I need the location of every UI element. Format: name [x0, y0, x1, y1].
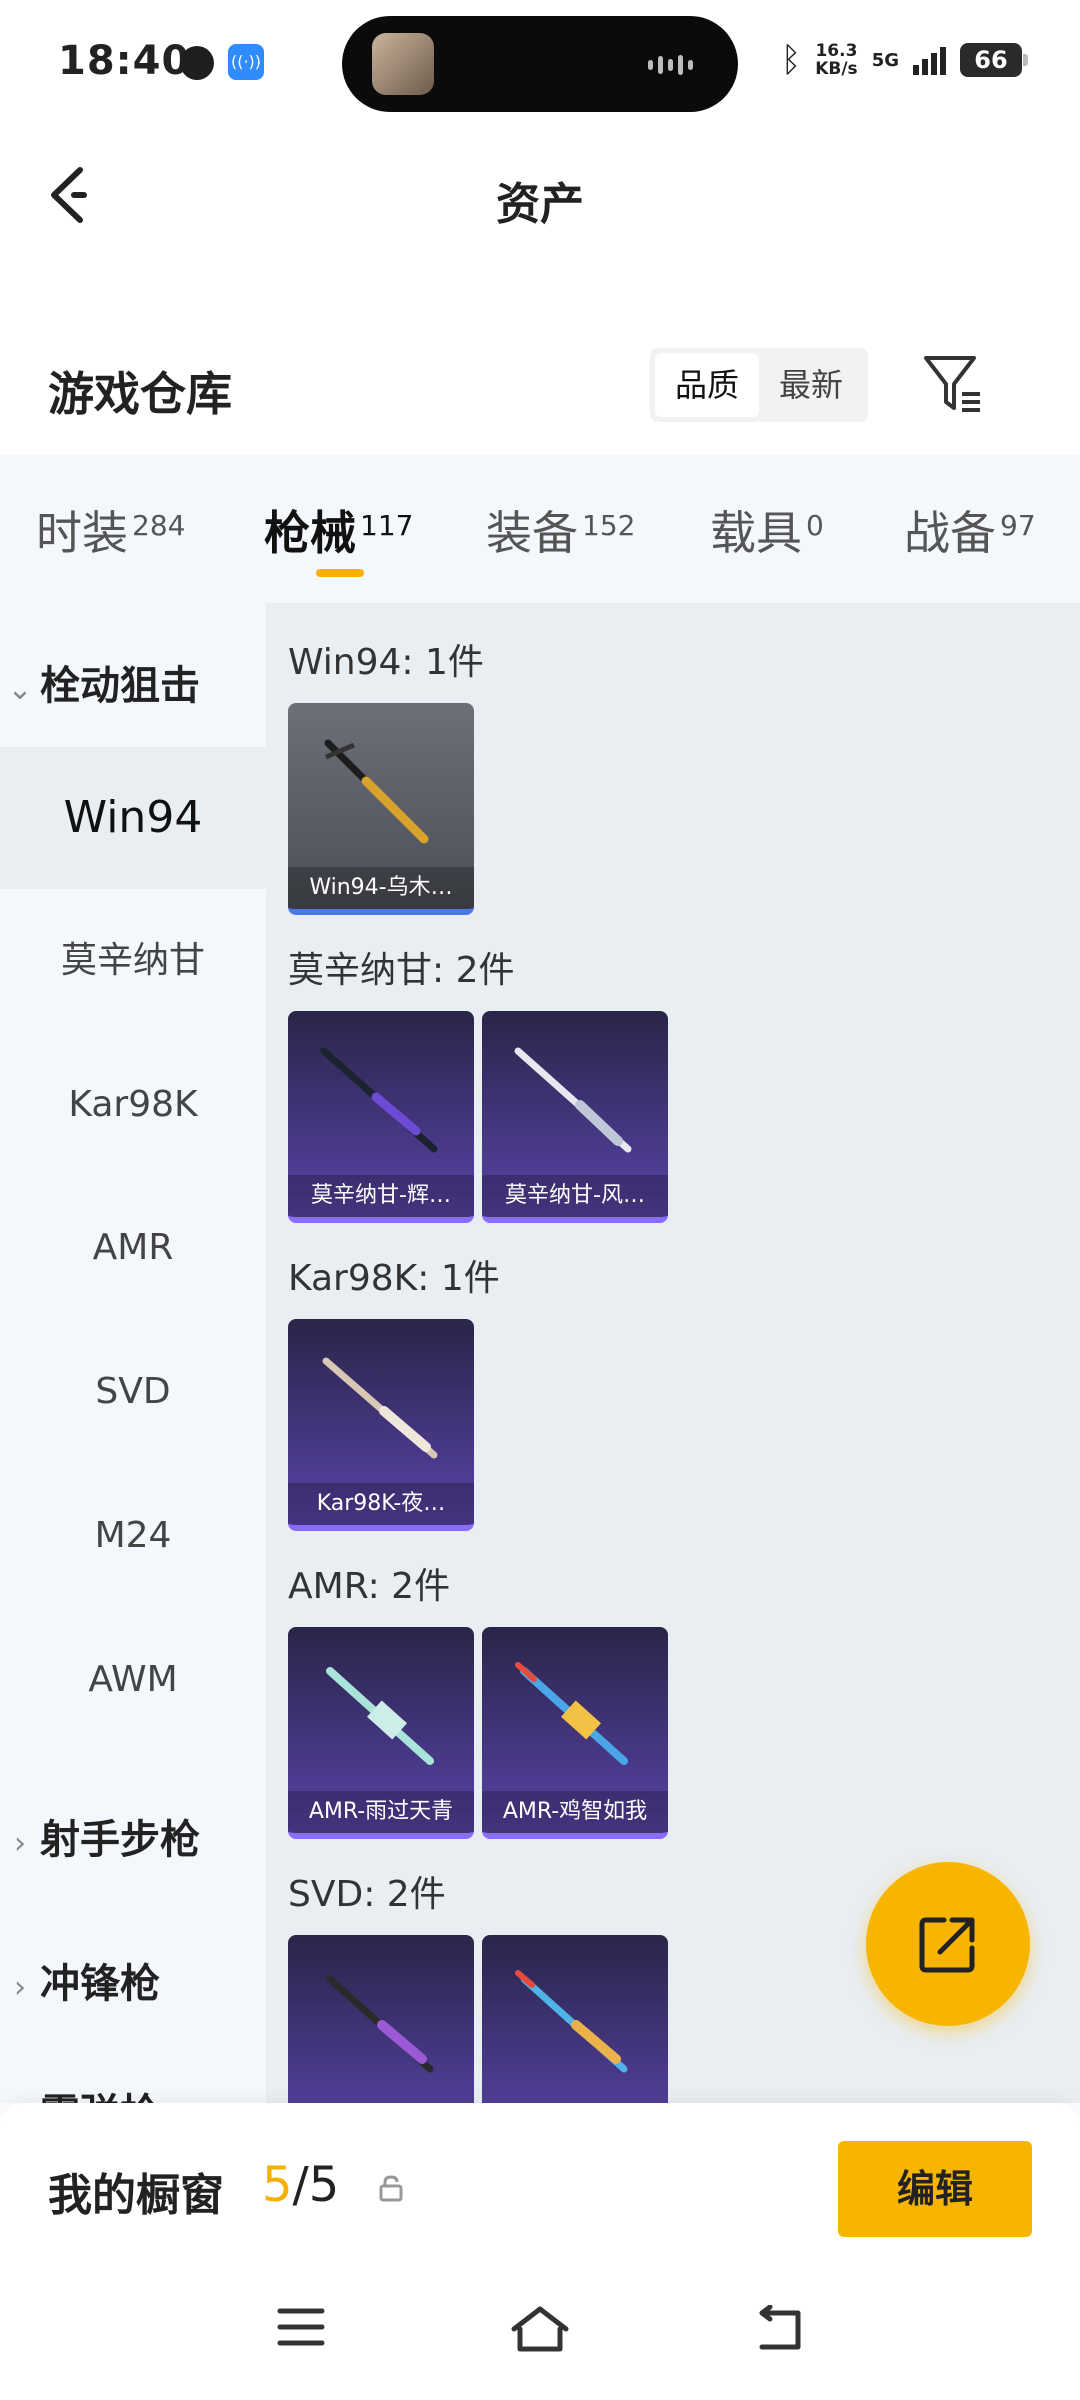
network-speed: 16.3 KB/s [815, 42, 857, 78]
audio-wave-icon [648, 54, 708, 75]
sort-toggle: 品质 最新 [650, 348, 868, 422]
status-bar: 18:40 ((·)) ᛒ 16.3 KB/s 5G 66 [0, 0, 1080, 130]
page-title: 资产 [496, 179, 584, 230]
weapon-card-caption: Win94-乌木… [288, 867, 474, 909]
sidebar-item-svd[interactable]: SVD [0, 1321, 266, 1463]
menu-icon[interactable] [276, 2305, 326, 2349]
rifle-icon [326, 1975, 434, 2073]
lock-icon [379, 2175, 403, 2202]
battery-level: 66 [974, 46, 1008, 74]
weapon-card-caption: 莫辛纳甘-辉… [288, 1175, 474, 1217]
weapon-card-caption: AMR-雨过天青 [288, 1791, 474, 1833]
tab-fashion[interactable]: 时装 284 [36, 497, 185, 563]
vpn-globe-icon [180, 46, 214, 80]
tab-label: 装备 [486, 506, 578, 560]
sidebar-group-marksman[interactable]: › 射手步枪 [0, 1807, 266, 1865]
battery-icon: 66 [960, 43, 1028, 77]
share-edit-icon [919, 1917, 975, 1973]
weapon-card[interactable]: Win94-乌木… [288, 703, 474, 915]
tab-count: 117 [360, 509, 414, 542]
tab-label: 时装 [36, 506, 128, 560]
filter-icon[interactable] [920, 352, 986, 418]
tab-label: 枪械 [264, 506, 356, 560]
edit-button[interactable]: 编辑 [838, 2141, 1032, 2237]
sidebar-group-label: 冲锋枪 [40, 1961, 160, 2007]
system-nav-bar [0, 2263, 1080, 2400]
weapon-card[interactable]: AMR-鸡智如我 [482, 1627, 668, 1839]
weapon-card[interactable]: 莫辛纳甘-风… [482, 1011, 668, 1223]
signal-icon [913, 45, 946, 75]
chevron-down-icon: ⌄ [7, 672, 33, 707]
sidebar-group-label: 霰弹枪 [40, 2091, 160, 2103]
showcase-count: 5/5 [262, 2157, 339, 2213]
sidebar-item-amr[interactable]: AMR [0, 1177, 266, 1319]
group-label-win94: Win94: 1件 [288, 642, 484, 683]
speed-value: 16.3 [815, 41, 858, 61]
weapon-card[interactable]: AMR-雨过天青 [288, 1627, 474, 1839]
sidebar-group-smg[interactable]: › 冲锋枪 [0, 1951, 266, 2009]
showcase-bar: 我的橱窗 5/5 编辑 [0, 2103, 1080, 2263]
tab-count: 0 [806, 509, 824, 542]
sidebar-item-win94[interactable]: Win94 [0, 747, 266, 889]
sidebar-item-mosin[interactable]: 莫辛纳甘 [0, 890, 266, 1032]
weapon-card[interactable]: 莫辛纳甘-辉… [288, 1011, 474, 1223]
rifle-icon [515, 1970, 628, 2073]
rifle-icon [324, 739, 429, 844]
weapon-card-caption: Kar98K-夜… [288, 1483, 474, 1525]
weapon-card-caption: AMR-鸡智如我 [482, 1791, 668, 1833]
showcase-label: 我的橱窗 [48, 2170, 224, 2221]
tab-equipment[interactable]: 装备 152 [486, 497, 635, 563]
sidebar-group-label: 栓动狙击 [40, 663, 200, 709]
sort-newest[interactable]: 最新 [759, 353, 863, 417]
group-label-amr: AMR: 2件 [288, 1566, 451, 1607]
showcase-current: 5 [262, 2157, 293, 2213]
tab-count: 284 [132, 509, 186, 542]
home-icon[interactable] [510, 2305, 570, 2353]
sidebar-group-label: 射手步枪 [40, 1817, 200, 1863]
tab-supplies[interactable]: 战备 97 [904, 497, 1036, 563]
tab-active-indicator [316, 569, 364, 577]
weapon-card[interactable]: Kar98K-夜… [288, 1319, 474, 1531]
speed-unit: KB/s [815, 59, 858, 79]
group-label-svd: SVD: 2件 [288, 1874, 446, 1915]
group-label-kar98k: Kar98K: 1件 [288, 1258, 500, 1299]
network-type: 5G [871, 49, 899, 71]
status-time: 18:40 [58, 38, 191, 84]
tab-guns[interactable]: 枪械 117 [264, 497, 413, 563]
category-tabs: 时装 284 枪械 117 装备 152 载具 0 战备 97 [0, 455, 1080, 603]
bluetooth-icon: ᛒ [780, 40, 802, 80]
rifle-icon [514, 1047, 632, 1153]
sidebar-item-kar98k[interactable]: Kar98K [0, 1034, 266, 1176]
section-title: 游戏仓库 [48, 367, 232, 421]
weapon-sidebar: ⌄ 栓动狙击 Win94 莫辛纳甘 Kar98K AMR SVD M24 AWM … [0, 603, 266, 2103]
sidebar-group-shotgun[interactable]: ›霰弹枪 [0, 2081, 266, 2103]
weapon-card-caption: 莫辛纳甘-风… [482, 1175, 668, 1217]
status-right: ᛒ 16.3 KB/s 5G 66 [780, 40, 1028, 80]
tab-label: 战备 [904, 506, 996, 560]
sidebar-item-m24[interactable]: M24 [0, 1465, 266, 1607]
showcase-total: /5 [292, 2157, 340, 2213]
media-thumbnail [372, 33, 434, 95]
chevron-right-icon: › [14, 1826, 26, 1861]
sort-quality[interactable]: 品质 [655, 353, 759, 417]
hotspot-icon: ((·)) [228, 44, 264, 80]
group-label-mosin: 莫辛纳甘: 2件 [288, 950, 515, 991]
tab-count: 97 [1000, 509, 1036, 542]
rifle-icon [326, 1667, 434, 1765]
rifle-icon [320, 1047, 438, 1153]
sidebar-item-awm[interactable]: AWM [0, 1609, 266, 1751]
tab-count: 152 [582, 509, 636, 542]
share-edit-button[interactable] [866, 1862, 1030, 2026]
sidebar-group-bolt-action[interactable]: ⌄ 栓动狙击 [0, 653, 266, 711]
tab-label: 载具 [710, 506, 802, 560]
rifle-icon [515, 1662, 628, 1765]
tab-vehicles[interactable]: 载具 0 [710, 497, 824, 563]
weapon-card[interactable] [482, 1935, 668, 2103]
dynamic-island[interactable] [342, 16, 738, 112]
rifle-icon [322, 1357, 438, 1459]
back-nav-icon[interactable] [756, 2305, 806, 2351]
chevron-right-icon: › [14, 1970, 26, 2005]
weapon-card[interactable] [288, 1935, 474, 2103]
